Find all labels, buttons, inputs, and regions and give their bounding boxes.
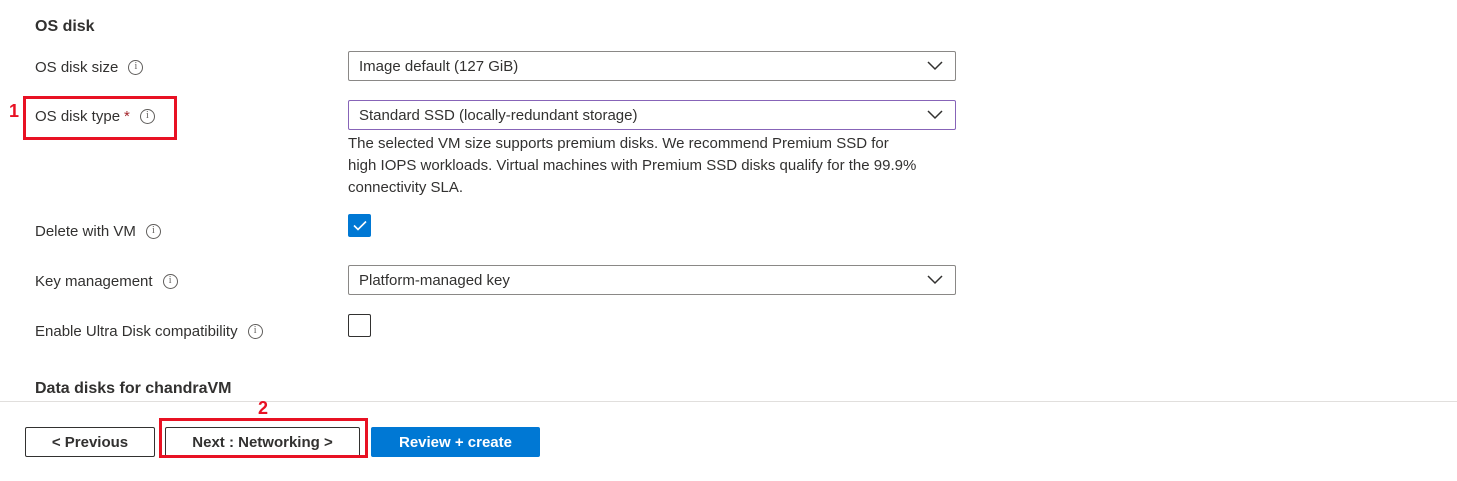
help-line: high IOPS workloads. Virtual machines wi… [348, 157, 917, 174]
ultra-disk-checkbox[interactable] [348, 314, 371, 337]
key-management-value: Platform-managed key [359, 271, 510, 289]
delete-with-vm-label-row: Delete with VM i [35, 220, 161, 242]
footer-divider [0, 401, 1457, 402]
os-disk-size-select[interactable]: Image default (127 GiB) [348, 51, 956, 81]
key-management-select[interactable]: Platform-managed key [348, 265, 956, 295]
annotation-box-1 [23, 96, 177, 140]
os-disk-heading: OS disk [35, 18, 95, 35]
chevron-down-icon [927, 61, 943, 71]
help-line: The selected VM size supports premium di… [348, 135, 889, 152]
info-icon[interactable]: i [145, 223, 161, 239]
annotation-marker-1: 1 [9, 101, 20, 121]
data-disks-heading: Data disks for chandraVM [35, 380, 232, 397]
chevron-down-icon [927, 110, 943, 120]
info-icon[interactable]: i [247, 323, 263, 339]
ultra-disk-label: Enable Ultra Disk compatibility [35, 322, 238, 340]
os-disk-size-label-row: OS disk size i [35, 56, 144, 78]
info-icon[interactable]: i [128, 59, 144, 75]
delete-with-vm-checkbox[interactable] [348, 214, 371, 237]
help-line: connectivity SLA. [348, 179, 464, 196]
ultra-disk-label-row: Enable Ultra Disk compatibility i [35, 320, 263, 342]
previous-button[interactable]: < Previous [25, 427, 155, 457]
os-disk-type-select[interactable]: Standard SSD (locally-redundant storage) [348, 100, 956, 130]
os-disk-type-value: Standard SSD (locally-redundant storage) [359, 106, 638, 124]
review-create-button[interactable]: Review + create [371, 427, 540, 457]
chevron-down-icon [927, 275, 943, 285]
key-management-label: Key management [35, 272, 153, 290]
disk-type-help-text: The selected VM size supports premium di… [348, 133, 968, 199]
checkmark-icon [352, 220, 367, 231]
annotation-box-2 [159, 418, 368, 458]
os-disk-size-label: OS disk size [35, 58, 119, 76]
annotation-marker-2: 2 [258, 398, 269, 418]
key-management-label-row: Key management i [35, 270, 178, 292]
delete-with-vm-label: Delete with VM [35, 222, 136, 240]
os-disk-size-value: Image default (127 GiB) [359, 57, 519, 75]
info-icon[interactable]: i [162, 273, 178, 289]
